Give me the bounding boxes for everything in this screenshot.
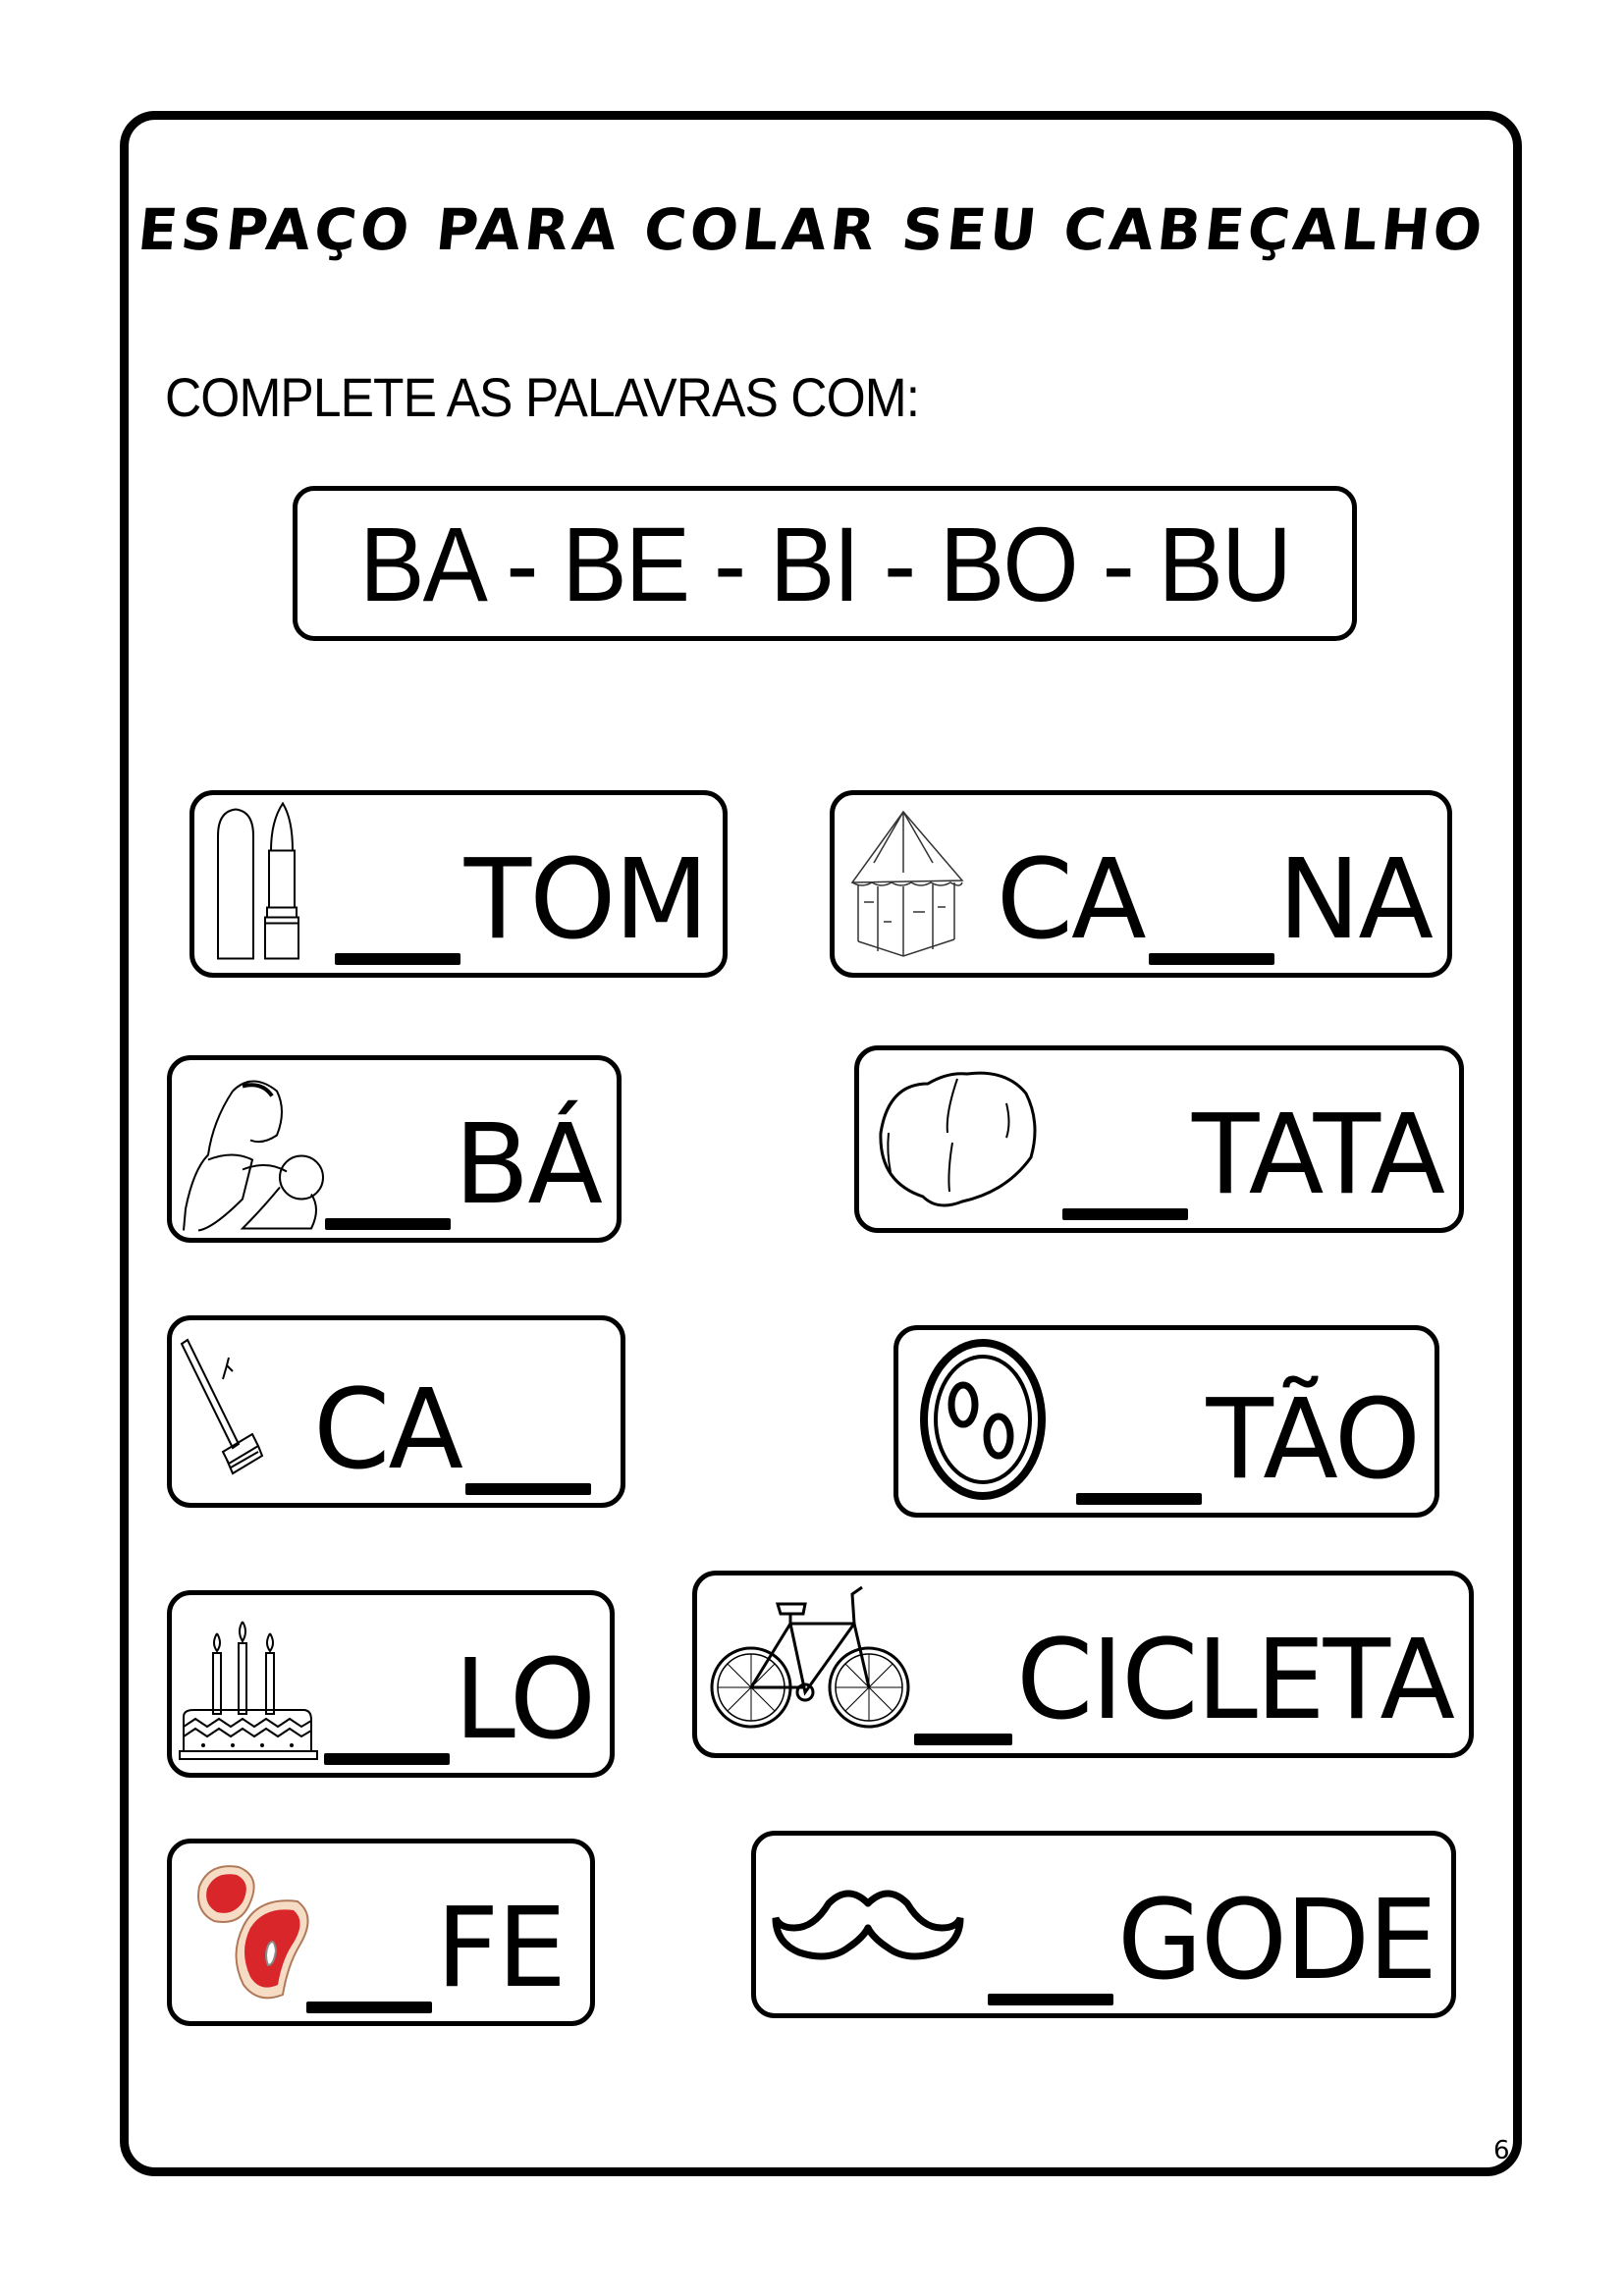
word-suffix: TATA <box>1192 1092 1445 1219</box>
syllable-box: BA - BE - BI - BO - BU <box>293 486 1357 641</box>
header-placeholder-title: ESPAÇO PARA COLAR SEU CABEÇALHO <box>135 196 1489 263</box>
word-card: LO <box>167 1590 615 1778</box>
word-prefix: CA <box>996 836 1147 964</box>
instruction-text: COMPLETE AS PALAVRAS COM: <box>165 366 920 428</box>
word-suffix: FE <box>435 1885 567 2012</box>
lipstick-icon <box>208 801 316 967</box>
word-line: GODE <box>984 1877 1437 2005</box>
word-card: TATA <box>854 1045 1464 1233</box>
answer-blank[interactable] <box>914 1734 1013 1745</box>
word-card: FE <box>167 1839 595 2026</box>
word-line: FE <box>302 1885 567 2013</box>
word-suffix: TÃO <box>1206 1376 1421 1504</box>
word-card: TOM <box>189 790 728 978</box>
broom-icon <box>178 1336 276 1487</box>
word-suffix: GODE <box>1117 1877 1437 2004</box>
word-line: CA NA <box>996 836 1434 965</box>
answer-blank[interactable] <box>334 953 460 965</box>
word-line: LO <box>320 1636 596 1765</box>
cake-icon <box>174 1604 321 1765</box>
word-line: CA <box>313 1366 595 1495</box>
steak-icon <box>189 1857 317 2008</box>
answer-blank[interactable] <box>324 1218 451 1230</box>
answer-blank[interactable] <box>1062 1208 1189 1220</box>
answer-blank[interactable] <box>988 1994 1114 2005</box>
button-icon <box>912 1336 1059 1507</box>
hut-icon <box>844 804 972 965</box>
word-prefix: CA <box>313 1366 463 1494</box>
word-card: GODE <box>751 1831 1456 2018</box>
word-card: TÃO <box>893 1325 1439 1518</box>
mother-baby-icon <box>174 1061 336 1237</box>
answer-blank[interactable] <box>305 2002 432 2013</box>
page-number: 6 <box>1493 2136 1510 2165</box>
potato-icon <box>869 1064 1046 1215</box>
answer-blank[interactable] <box>324 1753 451 1765</box>
mustache-icon <box>770 1874 966 1976</box>
word-suffix: TOM <box>463 836 709 964</box>
word-line: TOM <box>331 836 709 965</box>
word-line: TATA <box>1058 1092 1445 1220</box>
word-line: TÃO <box>1072 1376 1421 1505</box>
word-line: BÁ <box>321 1101 603 1230</box>
word-card: BÁ <box>167 1055 622 1243</box>
word-card: CA <box>167 1315 625 1508</box>
answer-blank[interactable] <box>1148 953 1274 965</box>
word-suffix: BÁ <box>454 1101 603 1229</box>
word-line: CICLETA <box>910 1617 1455 1745</box>
word-suffix: CICLETA <box>1016 1617 1455 1744</box>
bicycle-icon <box>707 1579 913 1750</box>
answer-blank[interactable] <box>1076 1493 1203 1505</box>
syllable-list: BA - BE - BI - BO - BU <box>359 504 1292 623</box>
word-suffix: LO <box>454 1636 596 1764</box>
answer-blank[interactable] <box>465 1483 591 1495</box>
word-card: CA NA <box>830 790 1452 978</box>
word-card: CICLETA <box>692 1571 1474 1758</box>
word-suffix: NA <box>1277 836 1434 964</box>
